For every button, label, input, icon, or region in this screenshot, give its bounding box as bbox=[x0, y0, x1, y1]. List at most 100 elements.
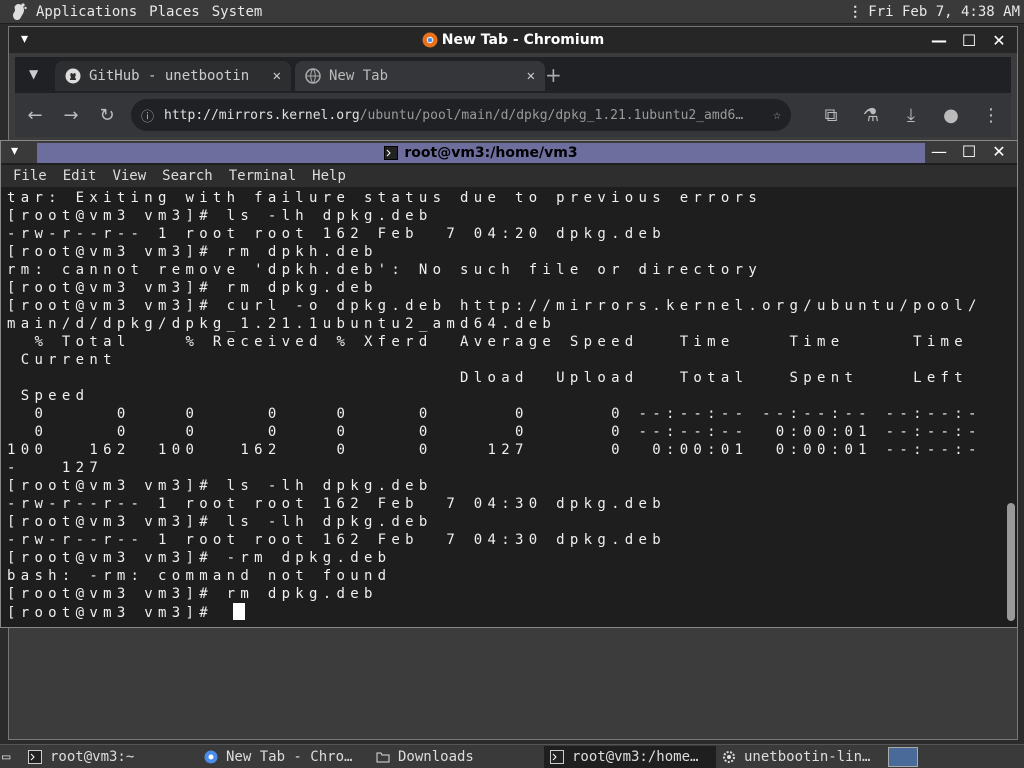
gear-icon bbox=[723, 750, 735, 763]
window-menu-icon[interactable]: ▾ bbox=[11, 143, 18, 159]
menu-help[interactable]: Help bbox=[304, 168, 354, 184]
terminal-window-controls: — ☐ ✕ bbox=[929, 141, 1009, 161]
tab-close-icon[interactable]: ✕ bbox=[527, 68, 535, 84]
task-terminal-root[interactable]: root@vm3:~ bbox=[22, 746, 198, 768]
terminal-icon bbox=[384, 146, 399, 160]
terminal-scrollbar[interactable] bbox=[1007, 193, 1015, 623]
task-terminal-home[interactable]: root@vm3:/home… bbox=[544, 745, 716, 768]
profile-icon[interactable]: ● bbox=[935, 99, 967, 131]
menu-terminal[interactable]: Terminal bbox=[221, 168, 304, 184]
browser-window-controls: — ☐ ✕ bbox=[929, 30, 1009, 50]
tab-label: GitHub - unetbootin bbox=[89, 68, 250, 84]
window-menu-icon[interactable]: ▾ bbox=[21, 31, 28, 47]
terminal-line: - 127 bbox=[7, 460, 104, 476]
terminal-lines: tar: Exiting with failure status due to … bbox=[5, 189, 999, 622]
folder-icon bbox=[376, 752, 390, 762]
task-unetbootin[interactable]: unetbootin-lin… bbox=[716, 746, 884, 768]
tab-github[interactable]: GitHub - unetbootin ✕ bbox=[55, 61, 291, 91]
terminal-line: [root@vm3 vm3]# curl -o dpkg.deb http://… bbox=[7, 298, 982, 314]
terminal-line: 0 0 0 0 0 0 0 0 --:--:-- 0:00:01 --:--:- bbox=[7, 424, 982, 440]
task-label: unetbootin-lin… bbox=[744, 748, 871, 765]
url-host: http://mirrors.kernel.org bbox=[164, 107, 360, 123]
gnome-foot-icon[interactable] bbox=[8, 2, 28, 22]
url-path: /ubuntu/pool/main/d/dpkg/dpkg_1.21.1ubun… bbox=[359, 107, 744, 123]
clock[interactable]: Fri Feb 7, 4:38 AM bbox=[868, 4, 1024, 20]
chromium-icon bbox=[204, 750, 218, 763]
labs-flask-icon[interactable]: ⚗ bbox=[855, 99, 887, 131]
menu-search[interactable]: Search bbox=[154, 168, 221, 184]
menu-view[interactable]: View bbox=[104, 168, 154, 184]
terminal-line: Speed bbox=[7, 388, 90, 404]
menu-file[interactable]: File bbox=[1, 168, 55, 184]
terminal-line: Dload Upload Total Spent Left bbox=[7, 370, 969, 386]
maximize-icon[interactable]: ☐ bbox=[959, 141, 979, 161]
toolbar-actions: ⧉ ⚗ ⤓ ● ⋮ bbox=[811, 99, 1007, 131]
terminal-icon bbox=[28, 749, 42, 764]
info-icon[interactable]: ⓘ bbox=[141, 106, 154, 125]
bookmark-star-icon[interactable]: ☆ bbox=[773, 108, 781, 123]
close-icon[interactable]: ✕ bbox=[989, 141, 1009, 161]
task-label: Downloads bbox=[398, 748, 474, 765]
workspace-switcher[interactable] bbox=[888, 746, 918, 767]
tab-new-tab[interactable]: New Tab ✕ bbox=[295, 61, 545, 91]
terminal-line: -rw-r--r-- 1 root root 162 Feb 7 04:30 d… bbox=[7, 496, 666, 512]
tab-strip: ▼ GitHub - unetbootin ✕ New Tab ✕ + bbox=[15, 57, 1011, 93]
terminal-title-bar[interactable]: root@vm3:/home/vm3 bbox=[37, 143, 925, 163]
extensions-icon[interactable]: ⧉ bbox=[815, 99, 847, 131]
terminal-line: -rw-r--r-- 1 root root 162 Feb 7 04:30 d… bbox=[7, 532, 666, 548]
terminal-titlebar[interactable]: ▾ root@vm3:/home/vm3 — ☐ ✕ bbox=[1, 141, 1017, 163]
new-tab-button[interactable]: + bbox=[545, 63, 562, 87]
task-label: New Tab - Chro… bbox=[226, 748, 353, 765]
terminal-cursor bbox=[232, 603, 245, 620]
menu-edit[interactable]: Edit bbox=[55, 168, 105, 184]
browser-titlebar[interactable]: ▾ New Tab - Chromium — ☐ ✕ bbox=[9, 27, 1017, 53]
terminal-line: rm: cannot remove 'dpkh.deb': No such fi… bbox=[7, 262, 763, 278]
maximize-icon[interactable]: ☐ bbox=[959, 30, 979, 50]
show-desktop-icon[interactable]: ▭ bbox=[0, 746, 22, 768]
back-icon[interactable]: ← bbox=[19, 99, 51, 131]
reload-icon[interactable]: ↻ bbox=[91, 99, 123, 131]
url-text: http://mirrors.kernel.org/ubuntu/pool/ma… bbox=[164, 108, 773, 123]
terminal-line: [root@vm3 vm3]# ls -lh dpkg.deb bbox=[7, 478, 433, 494]
terminal-line: bash: -rm: command not found bbox=[7, 568, 392, 584]
places-menu[interactable]: Places bbox=[143, 4, 206, 20]
terminal-line: tar: Exiting with failure status due to … bbox=[7, 190, 763, 206]
task-downloads[interactable]: Downloads bbox=[370, 746, 544, 768]
download-icon[interactable]: ⤓ bbox=[895, 99, 927, 131]
panel-handle-icon: ⋮ bbox=[848, 3, 863, 20]
minimize-icon[interactable]: — bbox=[929, 30, 949, 50]
minimize-icon[interactable]: — bbox=[929, 141, 949, 161]
terminal-line: [root@vm3 vm3]# rm dpkg.deb bbox=[7, 586, 378, 602]
taskbar: ▭ root@vm3:~ New Tab - Chro… Downloads r… bbox=[0, 744, 1024, 768]
terminal-line: main/d/dpkg/dpkg_1.21.1ubuntu2_amd64.deb bbox=[7, 316, 557, 332]
tab-label: New Tab bbox=[329, 68, 389, 84]
terminal-line: [root@vm3 vm3]# rm dpkh.deb bbox=[7, 244, 378, 260]
menu-kebab-icon[interactable]: ⋮ bbox=[975, 99, 1007, 131]
scrollbar-thumb[interactable] bbox=[1007, 503, 1015, 621]
tab-close-icon[interactable]: ✕ bbox=[273, 68, 281, 84]
tab-search-icon[interactable]: ▼ bbox=[29, 67, 38, 81]
close-icon[interactable]: ✕ bbox=[989, 30, 1009, 50]
terminal-line: 0 0 0 0 0 0 0 0 --:--:-- --:--:-- --:--:… bbox=[7, 406, 982, 422]
terminal-menubar: File Edit View Search Terminal Help bbox=[1, 165, 1017, 187]
browser-title: New Tab - Chromium bbox=[441, 32, 605, 48]
terminal-title: root@vm3:/home/vm3 bbox=[404, 145, 578, 161]
task-label: root@vm3:/home… bbox=[572, 748, 699, 765]
top-panel: Applications Places System ⋮ Fri Feb 7, … bbox=[0, 0, 1024, 24]
chromium-icon bbox=[422, 32, 438, 48]
terminal-icon bbox=[550, 749, 564, 764]
terminal-line: 100 162 100 162 0 0 127 0 0:00:01 0:00:0… bbox=[7, 442, 982, 458]
terminal-line: -rw-r--r-- 1 root root 162 Feb 7 04:20 d… bbox=[7, 226, 666, 242]
system-menu[interactable]: System bbox=[206, 4, 269, 20]
task-chromium[interactable]: New Tab - Chro… bbox=[198, 746, 370, 768]
terminal-window: ▾ root@vm3:/home/vm3 — ☐ ✕ File Edit Vie… bbox=[0, 140, 1018, 628]
terminal-line: [root@vm3 vm3]# rm dpkg.deb bbox=[7, 280, 378, 296]
terminal-line: [root@vm3 vm3]# -rm dpkg.deb bbox=[7, 550, 392, 566]
terminal-line: [root@vm3 vm3]# ls -lh dpkg.deb bbox=[7, 514, 433, 530]
forward-icon[interactable]: → bbox=[55, 99, 87, 131]
task-label: root@vm3:~ bbox=[50, 748, 135, 765]
terminal-output[interactable]: tar: Exiting with failure status due to … bbox=[5, 189, 999, 623]
address-bar[interactable]: ⓘ http://mirrors.kernel.org/ubuntu/pool/… bbox=[131, 99, 791, 131]
applications-menu[interactable]: Applications bbox=[30, 4, 143, 20]
terminal-line: [root@vm3 vm3]# bbox=[7, 605, 227, 621]
